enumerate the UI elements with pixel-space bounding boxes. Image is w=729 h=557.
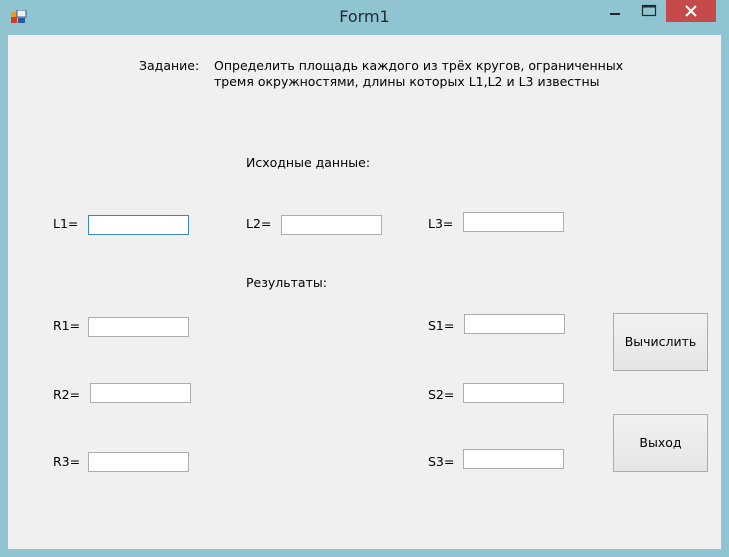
s3-output[interactable]	[463, 449, 564, 469]
s2-output[interactable]	[463, 383, 564, 403]
exit-button[interactable]: Выход	[613, 414, 708, 472]
minimize-button[interactable]	[598, 0, 632, 22]
minimize-icon	[610, 13, 620, 15]
task-line-2: тремя окружностями, длины которых L1,L2 …	[214, 74, 600, 89]
close-icon	[685, 5, 697, 17]
s3-label: S3=	[428, 454, 455, 469]
l2-input[interactable]	[281, 215, 382, 235]
task-description: Определить площадь каждого из трёх круго…	[214, 58, 623, 90]
s1-output[interactable]	[464, 314, 565, 334]
r2-label: R2=	[53, 387, 81, 402]
close-button[interactable]	[666, 0, 716, 22]
maximize-icon	[641, 4, 657, 17]
task-label: Задание:	[139, 58, 200, 73]
maximize-button[interactable]	[632, 0, 666, 22]
r2-output[interactable]	[90, 383, 191, 403]
title-bar[interactable]: Form1	[0, 0, 729, 34]
s1-label: S1=	[428, 318, 455, 333]
form-window: Form1 Задание: Определить площадь каждог…	[0, 0, 729, 557]
l3-label: L3=	[428, 216, 454, 231]
form-client-area: Задание: Определить площадь каждого из т…	[8, 35, 721, 549]
s2-label: S2=	[428, 387, 455, 402]
calculate-button[interactable]: Вычислить	[613, 313, 708, 371]
results-heading: Результаты:	[246, 275, 327, 290]
l2-label: L2=	[246, 216, 272, 231]
l1-label: L1=	[53, 216, 79, 231]
task-line-1: Определить площадь каждого из трёх круго…	[214, 58, 624, 73]
r3-output[interactable]	[88, 452, 189, 472]
r1-output[interactable]	[88, 317, 189, 337]
r3-label: R3=	[53, 454, 81, 469]
r1-label: R1=	[53, 318, 81, 333]
l3-input[interactable]	[463, 212, 564, 232]
l1-input[interactable]	[88, 215, 189, 235]
input-heading: Исходные данные:	[246, 155, 371, 170]
